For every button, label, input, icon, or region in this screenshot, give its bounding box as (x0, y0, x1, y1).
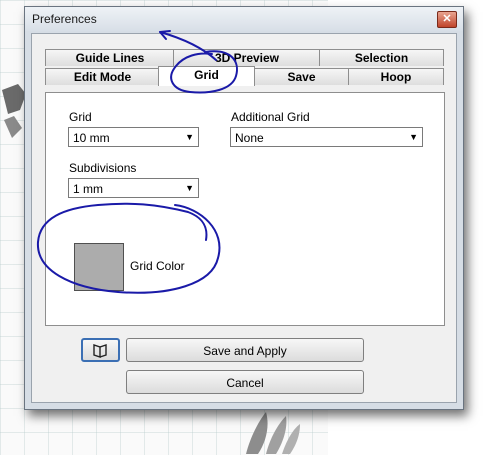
tab-guide-lines[interactable]: Guide Lines (45, 49, 175, 66)
dialog-client-area: Guide Lines 3D Preview Selection Edit Mo… (31, 33, 457, 403)
grid-select[interactable]: 10 mm ▼ (68, 127, 199, 147)
tab-grid[interactable]: Grid (158, 66, 255, 86)
grid-label: Grid (69, 110, 92, 124)
tab-selection[interactable]: Selection (319, 49, 444, 66)
subdivisions-select[interactable]: 1 mm ▼ (68, 178, 199, 198)
preferences-dialog: Preferences ✕ Guide Lines 3D Preview Sel… (24, 6, 464, 410)
chevron-down-icon: ▼ (185, 183, 194, 193)
tab-hoop[interactable]: Hoop (348, 68, 444, 85)
additional-grid-select[interactable]: None ▼ (230, 127, 423, 147)
tab-save[interactable]: Save (253, 68, 350, 85)
grid-tab-panel: Grid 10 mm ▼ Additional Grid None ▼ Subd… (45, 92, 445, 326)
background-feather (246, 412, 300, 454)
subdivisions-value: 1 mm (73, 182, 103, 196)
save-and-apply-button[interactable]: Save and Apply (126, 338, 364, 362)
book-icon (93, 344, 107, 358)
close-button[interactable]: ✕ (437, 11, 457, 28)
cancel-button[interactable]: Cancel (126, 370, 364, 394)
tab-3d-preview[interactable]: 3D Preview (173, 49, 321, 66)
chevron-down-icon: ▼ (185, 132, 194, 142)
additional-grid-label: Additional Grid (231, 110, 310, 124)
grid-color-swatch[interactable] (74, 243, 124, 291)
window-title: Preferences (32, 12, 97, 26)
grid-color-label: Grid Color (130, 259, 185, 273)
grid-select-value: 10 mm (73, 131, 110, 145)
tab-edit-mode[interactable]: Edit Mode (45, 68, 160, 85)
chevron-down-icon: ▼ (409, 132, 418, 142)
additional-grid-value: None (235, 131, 264, 145)
subdivisions-label: Subdivisions (69, 161, 137, 175)
help-button[interactable] (81, 338, 120, 362)
title-bar[interactable]: Preferences ✕ (25, 7, 463, 31)
